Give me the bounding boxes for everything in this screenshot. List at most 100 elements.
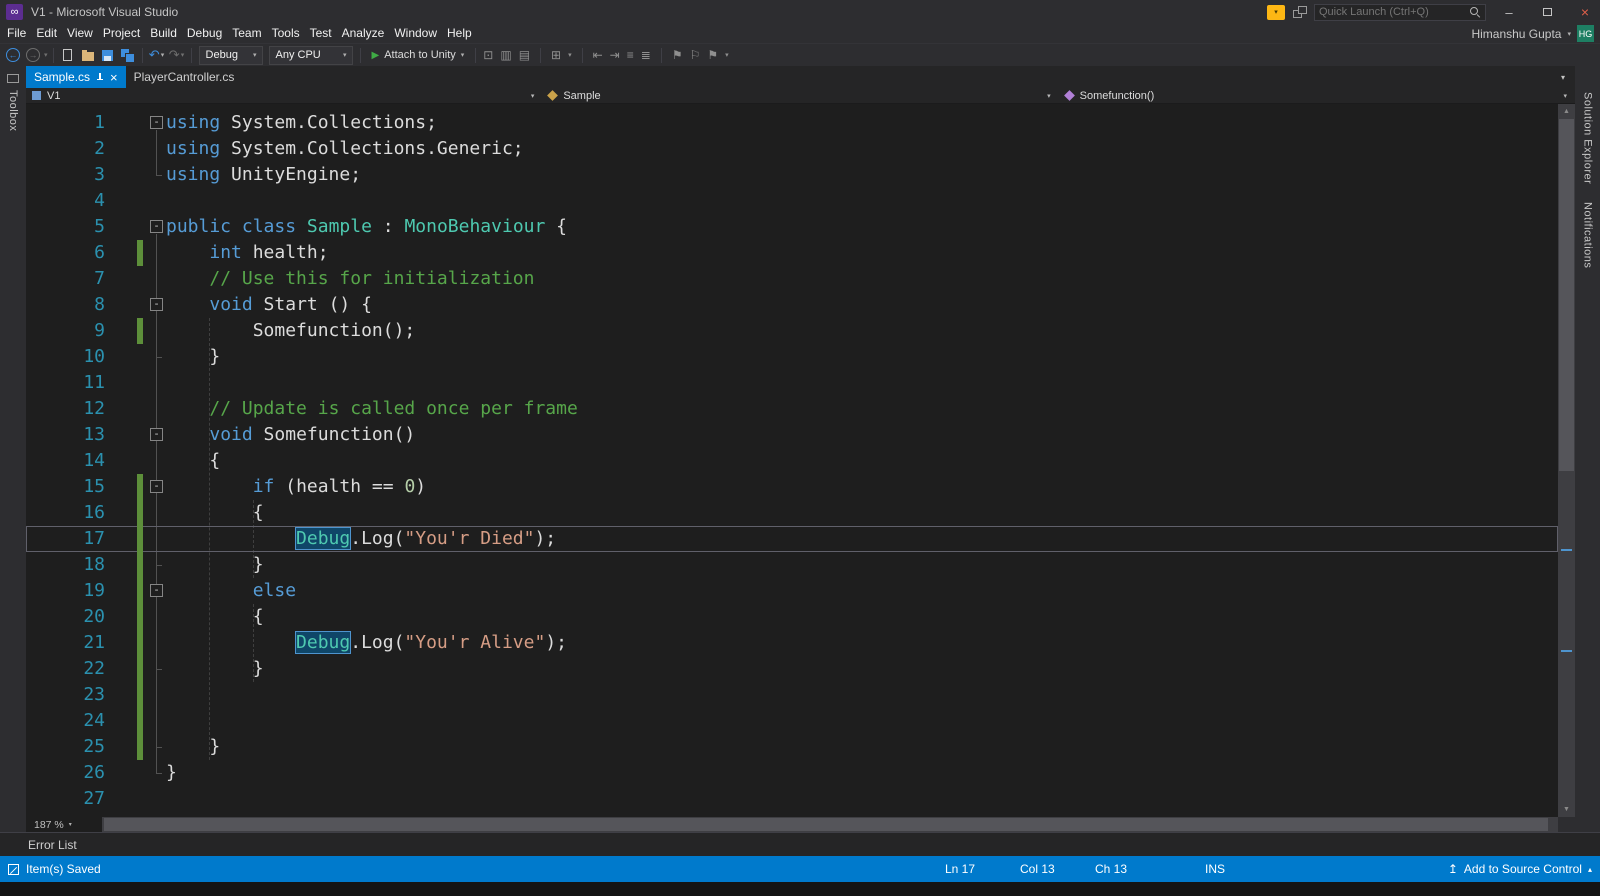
code-line-22[interactable]: 22 } (26, 656, 1558, 682)
dropdown-caret-icon[interactable]: ▾ (725, 51, 729, 59)
fold-collapse-icon[interactable]: - (150, 298, 163, 311)
chevron-down-icon[interactable]: ▾ (531, 92, 537, 100)
navigation-dropdown-icon[interactable]: ▾ (44, 51, 48, 59)
chevron-down-icon[interactable]: ▾ (1047, 92, 1053, 100)
line-number[interactable]: 8 (26, 292, 105, 318)
navigate-forward-icon[interactable]: ⇥ (610, 48, 620, 62)
code-line-14[interactable]: 14 { (26, 448, 1558, 474)
menu-item-file[interactable]: File (2, 24, 31, 43)
breadcrumb-v1[interactable]: V1 ▾ (26, 88, 542, 103)
code-line-19[interactable]: 19 - else (26, 578, 1558, 604)
share-icon[interactable] (1293, 6, 1307, 18)
line-number[interactable]: 18 (26, 552, 105, 578)
solution-configuration-combo[interactable]: Debug ▾ (198, 45, 263, 65)
scroll-up-icon[interactable]: ▲ (1558, 104, 1575, 119)
add-to-source-control-button[interactable]: ↥ Add to Source Control ▴ (1448, 856, 1592, 882)
search-icon[interactable] (1470, 6, 1481, 18)
line-comment-icon[interactable]: ≡ (627, 48, 634, 62)
menu-item-team[interactable]: Team (227, 24, 266, 43)
code-line-4[interactable]: 4 (26, 188, 1558, 214)
code-line-21[interactable]: 21 Debug.Log("You'r Alive"); (26, 630, 1558, 656)
code-line-10[interactable]: 10 } (26, 344, 1558, 370)
line-number[interactable]: 3 (26, 162, 105, 188)
line-number[interactable]: 12 (26, 396, 105, 422)
line-number[interactable]: 14 (26, 448, 105, 474)
maximize-button[interactable] (1532, 0, 1562, 24)
save-all-button[interactable] (119, 45, 137, 65)
menu-item-edit[interactable]: Edit (31, 24, 62, 43)
menu-item-analyze[interactable]: Analyze (337, 24, 390, 43)
code-line-9[interactable]: 9 Somefunction(); (26, 318, 1558, 344)
code-line-12[interactable]: 12 // Update is called once per frame (26, 396, 1558, 422)
zoom-control[interactable]: 187 % ▾ (26, 819, 102, 831)
previous-bookmark-icon[interactable]: ⚐ (690, 48, 701, 62)
bookmark-icon[interactable]: ⚑ (672, 48, 683, 62)
line-number[interactable]: 5 (26, 214, 105, 240)
menu-item-help[interactable]: Help (442, 24, 477, 43)
fold-collapse-icon[interactable]: - (150, 428, 163, 441)
pin-icon[interactable] (96, 72, 104, 83)
breadcrumb-sample[interactable]: Sample ▾ (542, 88, 1058, 103)
editor-horizontal-scrollbar[interactable] (102, 817, 1558, 832)
menu-item-build[interactable]: Build (145, 24, 182, 43)
code-line-11[interactable]: 11 (26, 370, 1558, 396)
line-number[interactable]: 23 (26, 682, 105, 708)
menu-item-project[interactable]: Project (98, 24, 145, 43)
line-number[interactable]: 16 (26, 500, 105, 526)
scrollbar-thumb[interactable] (1559, 119, 1574, 471)
line-number[interactable]: 9 (26, 318, 105, 344)
line-number[interactable]: 26 (26, 760, 105, 786)
code-line-5[interactable]: 5 - public class Sample : MonoBehaviour { (26, 214, 1558, 240)
menu-item-tools[interactable]: Tools (267, 24, 305, 43)
attach-process-icon[interactable]: ⊡ (483, 48, 493, 62)
line-number[interactable]: 1 (26, 110, 105, 136)
code-line-26[interactable]: 26} (26, 760, 1558, 786)
fold-collapse-icon[interactable]: - (150, 220, 163, 233)
code-line-3[interactable]: 3 using UnityEngine; (26, 162, 1558, 188)
close-button[interactable]: × (1570, 0, 1600, 24)
code-line-25[interactable]: 25 } (26, 734, 1558, 760)
code-line-2[interactable]: 2 using System.Collections.Generic; (26, 136, 1558, 162)
line-number[interactable]: 19 (26, 578, 105, 604)
open-file-button[interactable] (79, 45, 97, 65)
avatar[interactable]: HG (1577, 25, 1594, 42)
navigate-backward-icon[interactable]: ⇤ (593, 48, 603, 62)
save-button[interactable] (99, 45, 117, 65)
block-comment-icon[interactable]: ≣ (641, 48, 651, 62)
code-line-7[interactable]: 7 // Use this for initialization (26, 266, 1558, 292)
panel-tab-solution-explorer[interactable]: Solution Explorer (1582, 92, 1594, 184)
code-line-8[interactable]: 8 - void Start () { (26, 292, 1558, 318)
dropdown-caret-icon[interactable]: ▾ (568, 51, 572, 59)
redo-button[interactable]: ↷ ▾ (168, 45, 186, 65)
tab-sample-cs[interactable]: Sample.cs × (26, 66, 126, 88)
editor-vertical-scrollbar[interactable]: ▲ ▼ (1558, 104, 1575, 817)
line-number[interactable]: 21 (26, 630, 105, 656)
grid-options-icon[interactable]: ⊞ (551, 48, 561, 62)
scrollbar-thumb[interactable] (104, 818, 1548, 831)
line-number[interactable]: 13 (26, 422, 105, 448)
chevron-down-icon[interactable]: ▾ (181, 51, 185, 59)
line-number[interactable]: 24 (26, 708, 105, 734)
scroll-down-icon[interactable]: ▼ (1558, 802, 1575, 817)
quick-launch[interactable] (1314, 3, 1486, 21)
solution-platform-combo[interactable]: Any CPU ▾ (268, 45, 353, 65)
code-line-1[interactable]: 1 - using System.Collections; (26, 110, 1558, 136)
line-number[interactable]: 7 (26, 266, 105, 292)
status-line-number[interactable]: Ln 17 (945, 856, 975, 882)
code-line-20[interactable]: 20 { (26, 604, 1558, 630)
navigate-forward-button[interactable]: → (24, 45, 42, 65)
line-number[interactable]: 6 (26, 240, 105, 266)
line-number[interactable]: 20 (26, 604, 105, 630)
chevron-down-icon[interactable]: ▾ (161, 51, 165, 59)
next-bookmark-icon[interactable]: ⚑ (707, 48, 718, 62)
undo-button[interactable]: ↶ ▾ (148, 45, 166, 65)
line-number[interactable]: 10 (26, 344, 105, 370)
diagnostics-icon[interactable]: ▥ (500, 48, 511, 62)
chevron-down-icon[interactable]: ▾ (461, 51, 465, 59)
line-number[interactable]: 2 (26, 136, 105, 162)
code-editor[interactable]: 1- using System.Collections; 2 using System… (26, 104, 1558, 817)
attach-to-unity-button[interactable]: ▶ Attach to Unity ▾ (366, 45, 471, 65)
feedback-icon[interactable]: ▾ (1267, 4, 1285, 20)
code-line-17[interactable]: 17 Debug.Log("You'r Died"); (26, 526, 1558, 552)
minimize-button[interactable]: – (1494, 0, 1524, 24)
